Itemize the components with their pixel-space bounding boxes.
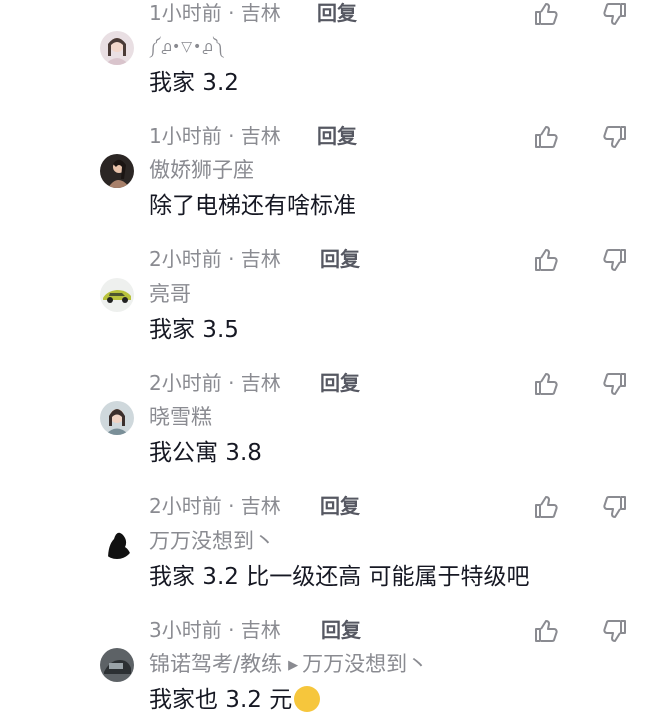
- thumbs-up-icon[interactable]: [532, 370, 560, 398]
- reply-button[interactable]: 回复: [321, 617, 361, 643]
- avatar[interactable]: [100, 154, 134, 188]
- comment-feed: 1小时前 · 吉林 回复 ༼൧•▽•൧༽ 我家 3.2 1小时前 · 吉林 回复…: [0, 0, 655, 713]
- thumbs-up-icon[interactable]: [532, 0, 560, 28]
- avatar[interactable]: [100, 278, 134, 312]
- thumbs-down-icon[interactable]: [601, 617, 629, 645]
- username[interactable]: 亮哥: [149, 280, 191, 308]
- username[interactable]: 傲娇狮子座: [149, 156, 254, 184]
- reply-button[interactable]: 回复: [317, 123, 357, 149]
- comment-meta: 1小时前 · 吉林: [149, 1, 281, 25]
- username[interactable]: 锦诺驾考/教练 ▶ 万万没想到丶: [149, 650, 428, 682]
- reply-to-username[interactable]: 万万没想到丶: [302, 652, 428, 676]
- comment-meta: 2小时前 · 吉林: [149, 247, 281, 271]
- comment-text: 我家 3.2 比一级还高 可能属于特级吧: [149, 564, 530, 590]
- reply-button[interactable]: 回复: [320, 370, 360, 396]
- avatar[interactable]: [100, 525, 134, 559]
- reply-button[interactable]: 回复: [320, 246, 360, 272]
- comment-text: 我家 3.5: [149, 317, 239, 343]
- comment-text-content: 我家也 3.2 元: [149, 687, 293, 713]
- thumbs-down-icon[interactable]: [601, 493, 629, 521]
- emoji-icon: [294, 685, 321, 712]
- reply-button[interactable]: 回复: [317, 0, 357, 26]
- play-triangle-icon: ▶: [288, 658, 299, 673]
- comment-text: 我家 3.2: [149, 70, 239, 96]
- avatar[interactable]: [100, 401, 134, 435]
- reply-button[interactable]: 回复: [320, 493, 360, 519]
- username-label[interactable]: 锦诺驾考/教练: [149, 652, 282, 676]
- thumbs-down-icon[interactable]: [601, 370, 629, 398]
- thumbs-up-icon[interactable]: [532, 246, 560, 274]
- thumbs-down-icon[interactable]: [601, 123, 629, 151]
- avatar[interactable]: [100, 648, 134, 682]
- thumbs-up-icon[interactable]: [532, 617, 560, 645]
- avatar[interactable]: [100, 31, 134, 65]
- username[interactable]: 晓雪糕: [149, 403, 212, 431]
- comment-meta: 2小时前 · 吉林: [149, 494, 281, 518]
- comment-meta: 3小时前 · 吉林: [149, 618, 281, 642]
- thumbs-up-icon[interactable]: [532, 123, 560, 151]
- thumbs-down-icon[interactable]: [601, 246, 629, 274]
- username[interactable]: ༼൧•▽•൧༽: [149, 33, 224, 61]
- username[interactable]: 万万没想到丶: [149, 527, 275, 555]
- thumbs-down-icon[interactable]: [601, 0, 629, 28]
- thumbs-up-icon[interactable]: [532, 493, 560, 521]
- comment-meta: 1小时前 · 吉林: [149, 124, 281, 148]
- comment-text: 我家也 3.2 元: [149, 685, 321, 715]
- comment-text: 除了电梯还有啥标准: [149, 193, 356, 219]
- comment-text: 我公寓 3.8: [149, 440, 262, 466]
- comment-meta: 2小时前 · 吉林: [149, 371, 281, 395]
